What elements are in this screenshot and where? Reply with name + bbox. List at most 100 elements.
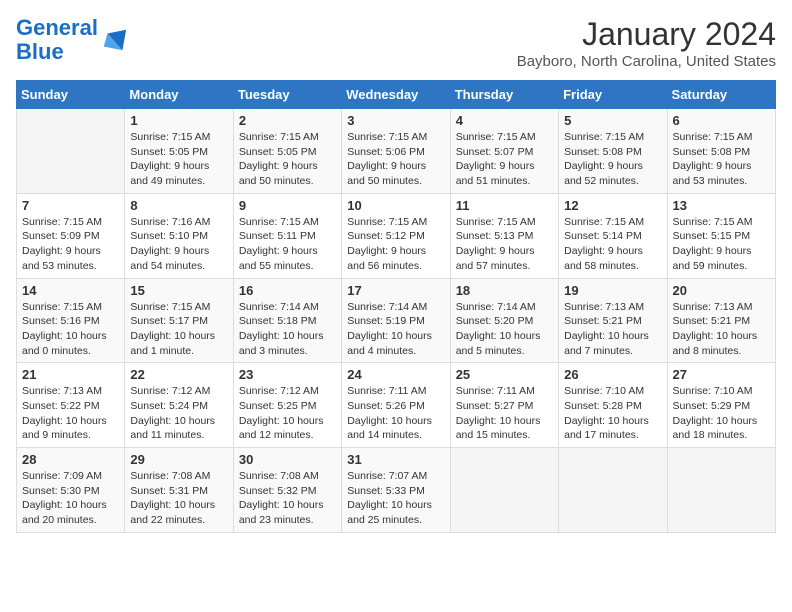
day-cell: 4 Sunrise: 7:15 AMSunset: 5:07 PMDaylight… (450, 109, 558, 194)
day-number: 18 (456, 283, 553, 298)
week-row-1: 1 Sunrise: 7:15 AMSunset: 5:05 PMDaylight… (17, 109, 776, 194)
day-number: 6 (673, 113, 770, 128)
day-number: 4 (456, 113, 553, 128)
day-cell: 2 Sunrise: 7:15 AMSunset: 5:05 PMDaylight… (233, 109, 341, 194)
day-info: Sunrise: 7:15 AMSunset: 5:09 PMDaylight:… (22, 215, 119, 274)
day-cell: 11 Sunrise: 7:15 AMSunset: 5:13 PMDayligh… (450, 193, 558, 278)
day-cell: 5 Sunrise: 7:15 AMSunset: 5:08 PMDaylight… (559, 109, 667, 194)
day-number: 22 (130, 367, 227, 382)
day-cell: 6 Sunrise: 7:15 AMSunset: 5:08 PMDaylight… (667, 109, 775, 194)
day-info: Sunrise: 7:15 AMSunset: 5:15 PMDaylight:… (673, 215, 770, 274)
logo-icon (100, 26, 128, 54)
day-number: 17 (347, 283, 444, 298)
day-number: 10 (347, 198, 444, 213)
day-cell: 21 Sunrise: 7:13 AMSunset: 5:22 PMDayligh… (17, 363, 125, 448)
day-info: Sunrise: 7:14 AMSunset: 5:19 PMDaylight:… (347, 300, 444, 359)
day-info: Sunrise: 7:15 AMSunset: 5:08 PMDaylight:… (564, 130, 661, 189)
day-info: Sunrise: 7:15 AMSunset: 5:08 PMDaylight:… (673, 130, 770, 189)
day-number: 13 (673, 198, 770, 213)
day-number: 19 (564, 283, 661, 298)
day-cell: 28 Sunrise: 7:09 AMSunset: 5:30 PMDayligh… (17, 448, 125, 533)
day-number: 1 (130, 113, 227, 128)
day-cell (450, 448, 558, 533)
day-number: 20 (673, 283, 770, 298)
day-cell: 19 Sunrise: 7:13 AMSunset: 5:21 PMDayligh… (559, 278, 667, 363)
day-info: Sunrise: 7:13 AMSunset: 5:22 PMDaylight:… (22, 384, 119, 443)
day-info: Sunrise: 7:15 AMSunset: 5:05 PMDaylight:… (130, 130, 227, 189)
day-cell: 23Sunrise: 7:12 AMSunset: 5:25 PMDayligh… (233, 363, 341, 448)
day-cell: 1 Sunrise: 7:15 AMSunset: 5:05 PMDaylight… (125, 109, 233, 194)
day-cell: 9 Sunrise: 7:15 AMSunset: 5:11 PMDaylight… (233, 193, 341, 278)
day-info: Sunrise: 7:15 AMSunset: 5:14 PMDaylight:… (564, 215, 661, 274)
day-number: 27 (673, 367, 770, 382)
col-header-sunday: Sunday (17, 81, 125, 109)
day-cell: 3 Sunrise: 7:15 AMSunset: 5:06 PMDaylight… (342, 109, 450, 194)
day-number: 28 (22, 452, 119, 467)
day-number: 21 (22, 367, 119, 382)
day-info: Sunrise: 7:08 AMSunset: 5:31 PMDaylight:… (130, 469, 227, 528)
day-cell: 18 Sunrise: 7:14 AMSunset: 5:20 PMDayligh… (450, 278, 558, 363)
day-info: Sunrise: 7:09 AMSunset: 5:30 PMDaylight:… (22, 469, 119, 528)
day-info: Sunrise: 7:15 AMSunset: 5:12 PMDaylight:… (347, 215, 444, 274)
day-cell: 12 Sunrise: 7:15 AMSunset: 5:14 PMDayligh… (559, 193, 667, 278)
day-cell (17, 109, 125, 194)
day-info: Sunrise: 7:15 AMSunset: 5:06 PMDaylight:… (347, 130, 444, 189)
day-number: 25 (456, 367, 553, 382)
day-info: Sunrise: 7:10 AMSunset: 5:29 PMDaylight:… (673, 384, 770, 443)
col-header-tuesday: Tuesday (233, 81, 341, 109)
day-cell: 16Sunrise: 7:14 AMSunset: 5:18 PMDayligh… (233, 278, 341, 363)
day-number: 30 (239, 452, 336, 467)
week-row-3: 14Sunrise: 7:15 AMSunset: 5:16 PMDayligh… (17, 278, 776, 363)
col-header-wednesday: Wednesday (342, 81, 450, 109)
day-info: Sunrise: 7:08 AMSunset: 5:32 PMDaylight:… (239, 469, 336, 528)
day-cell: 30 Sunrise: 7:08 AMSunset: 5:32 PMDayligh… (233, 448, 341, 533)
day-cell: 8Sunrise: 7:16 AMSunset: 5:10 PMDaylight… (125, 193, 233, 278)
col-header-monday: Monday (125, 81, 233, 109)
day-number: 8 (130, 198, 227, 213)
day-cell (667, 448, 775, 533)
week-row-4: 21 Sunrise: 7:13 AMSunset: 5:22 PMDayligh… (17, 363, 776, 448)
day-info: Sunrise: 7:10 AMSunset: 5:28 PMDaylight:… (564, 384, 661, 443)
day-number: 11 (456, 198, 553, 213)
day-number: 12 (564, 198, 661, 213)
week-row-2: 7Sunrise: 7:15 AMSunset: 5:09 PMDaylight… (17, 193, 776, 278)
day-cell: 10 Sunrise: 7:15 AMSunset: 5:12 PMDayligh… (342, 193, 450, 278)
day-info: Sunrise: 7:12 AMSunset: 5:25 PMDaylight:… (239, 384, 336, 443)
day-info: Sunrise: 7:13 AMSunset: 5:21 PMDaylight:… (564, 300, 661, 359)
day-info: Sunrise: 7:11 AMSunset: 5:26 PMDaylight:… (347, 384, 444, 443)
day-cell: 31 Sunrise: 7:07 AMSunset: 5:33 PMDayligh… (342, 448, 450, 533)
col-header-thursday: Thursday (450, 81, 558, 109)
day-info: Sunrise: 7:15 AMSunset: 5:05 PMDaylight:… (239, 130, 336, 189)
day-info: Sunrise: 7:07 AMSunset: 5:33 PMDaylight:… (347, 469, 444, 528)
day-info: Sunrise: 7:13 AMSunset: 5:21 PMDaylight:… (673, 300, 770, 359)
day-number: 9 (239, 198, 336, 213)
day-info: Sunrise: 7:14 AMSunset: 5:20 PMDaylight:… (456, 300, 553, 359)
day-cell: 27 Sunrise: 7:10 AMSunset: 5:29 PMDayligh… (667, 363, 775, 448)
day-info: Sunrise: 7:11 AMSunset: 5:27 PMDaylight:… (456, 384, 553, 443)
day-info: Sunrise: 7:15 AMSunset: 5:13 PMDaylight:… (456, 215, 553, 274)
day-number: 3 (347, 113, 444, 128)
day-number: 2 (239, 113, 336, 128)
day-cell: 25 Sunrise: 7:11 AMSunset: 5:27 PMDayligh… (450, 363, 558, 448)
day-cell: 22 Sunrise: 7:12 AMSunset: 5:24 PMDayligh… (125, 363, 233, 448)
day-info: Sunrise: 7:15 AMSunset: 5:16 PMDaylight:… (22, 300, 119, 359)
day-number: 5 (564, 113, 661, 128)
header: General Blue January 2024 Bayboro, North… (16, 16, 776, 70)
title-area: January 2024 Bayboro, North Carolina, Un… (517, 16, 776, 70)
day-cell: 26 Sunrise: 7:10 AMSunset: 5:28 PMDayligh… (559, 363, 667, 448)
header-row: SundayMondayTuesdayWednesdayThursdayFrid… (17, 81, 776, 109)
day-info: Sunrise: 7:12 AMSunset: 5:24 PMDaylight:… (130, 384, 227, 443)
day-info: Sunrise: 7:15 AMSunset: 5:11 PMDaylight:… (239, 215, 336, 274)
calendar-subtitle: Bayboro, North Carolina, United States (517, 53, 776, 70)
day-cell: 13 Sunrise: 7:15 AMSunset: 5:15 PMDayligh… (667, 193, 775, 278)
day-number: 26 (564, 367, 661, 382)
col-header-saturday: Saturday (667, 81, 775, 109)
day-number: 31 (347, 452, 444, 467)
calendar-header: SundayMondayTuesdayWednesdayThursdayFrid… (17, 81, 776, 109)
logo-text: General Blue (16, 16, 98, 64)
day-info: Sunrise: 7:15 AMSunset: 5:07 PMDaylight:… (456, 130, 553, 189)
day-info: Sunrise: 7:14 AMSunset: 5:18 PMDaylight:… (239, 300, 336, 359)
day-cell: 14Sunrise: 7:15 AMSunset: 5:16 PMDayligh… (17, 278, 125, 363)
day-number: 15 (130, 283, 227, 298)
day-cell (559, 448, 667, 533)
